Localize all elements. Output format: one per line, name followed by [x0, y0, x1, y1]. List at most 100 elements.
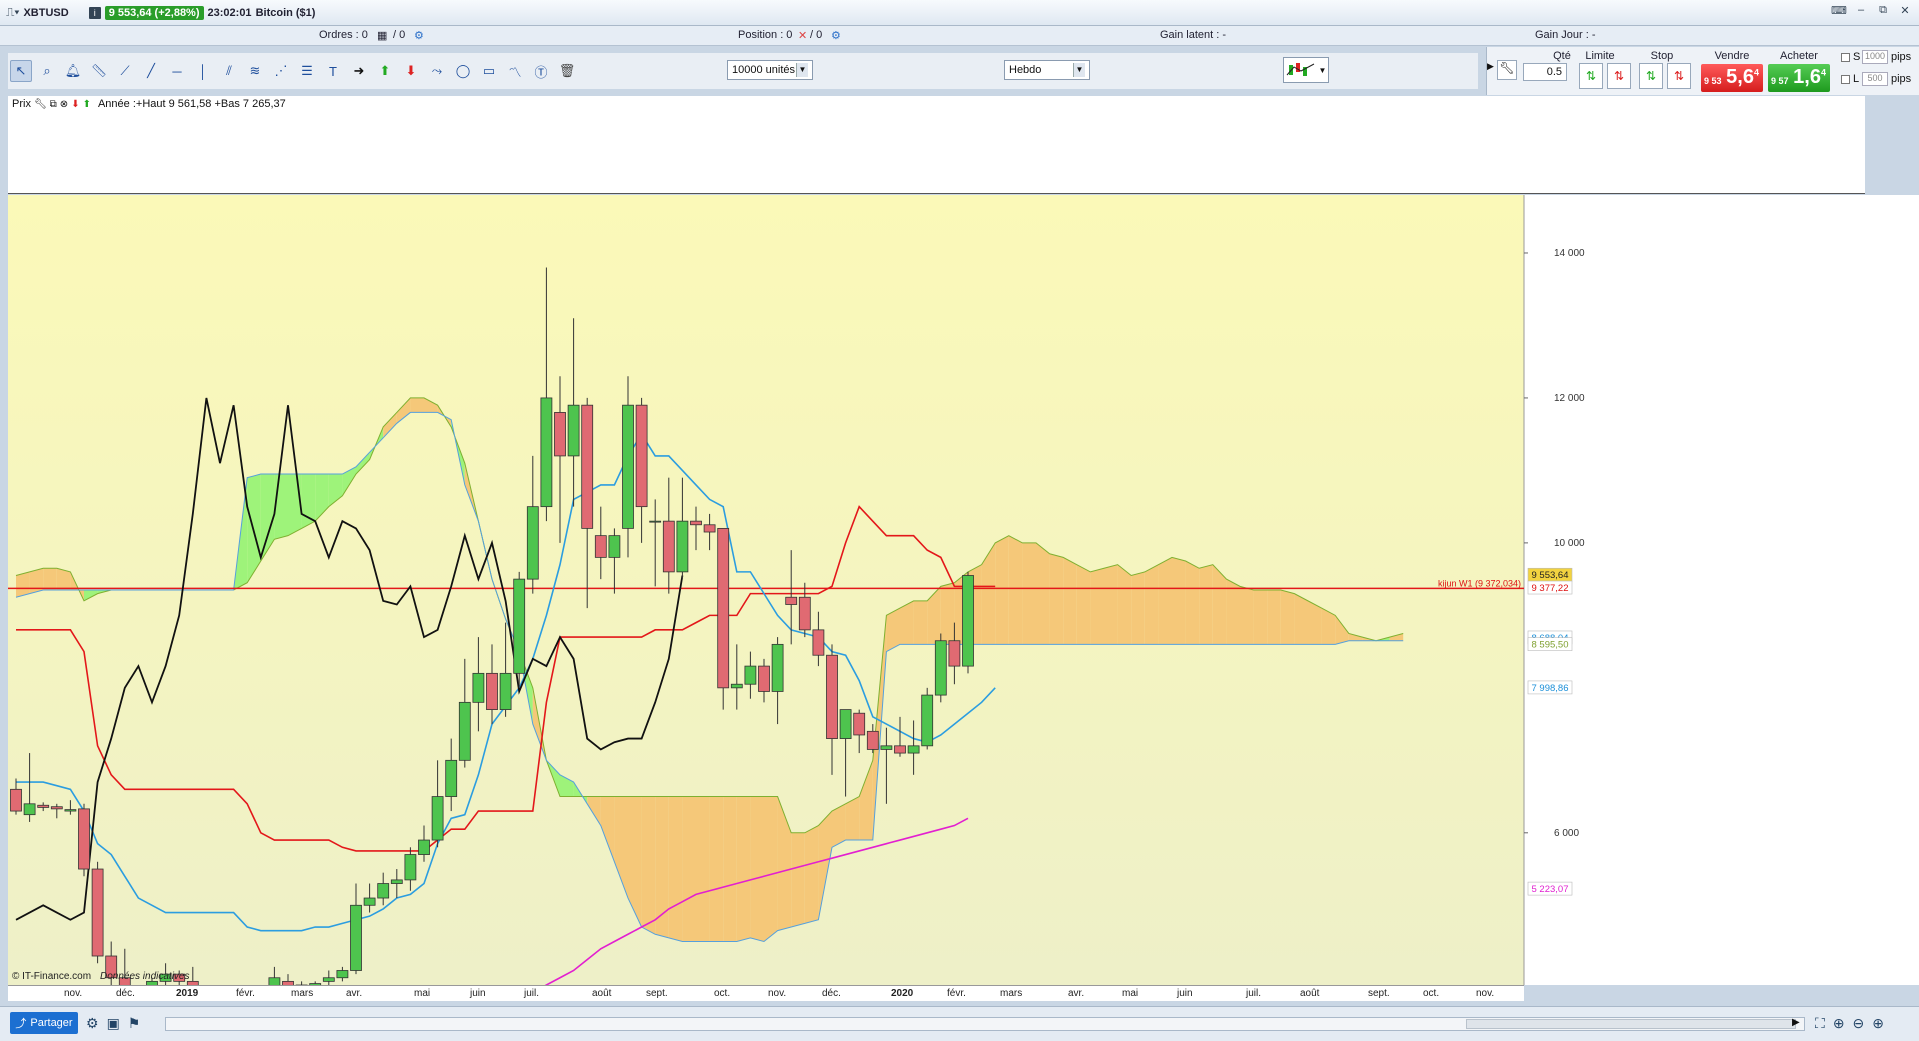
sell-price-big: 5,6 [1726, 66, 1754, 88]
close-icon[interactable]: ✕ [1897, 4, 1913, 18]
zoom-out-icon[interactable]: ⊖ [1853, 1015, 1865, 1032]
price-chart[interactable]: kijun W1 (9 372,034) 14 000 12 000 10 000 6 … [8, 195, 1919, 1036]
orders-icon[interactable]: ▦ [377, 29, 387, 42]
qty-input[interactable]: 0.5 [1523, 63, 1567, 81]
unrealized-gain-label: Gain latent : - [1160, 29, 1227, 41]
candle [812, 629, 825, 656]
limit-buy-button[interactable]: ⇅ [1579, 63, 1603, 89]
stop-checkbox[interactable] [1841, 53, 1850, 62]
cloud-segment [641, 796, 656, 935]
zoom-icon[interactable]: ⌕ [36, 60, 58, 82]
line-icon[interactable]: ╱ [140, 60, 162, 82]
cloud-segment [1280, 590, 1295, 645]
ellipse-icon[interactable]: ◯ [452, 60, 474, 82]
pointer-icon[interactable]: ↖ [10, 60, 32, 82]
cloud-segment [1022, 542, 1036, 645]
cloud-segment [1144, 564, 1159, 645]
share-button[interactable]: ⤴ Partager [10, 1012, 78, 1034]
candle [676, 520, 689, 573]
candle-chart-icon [1286, 63, 1314, 76]
sell-button[interactable]: 9 53 5,64 [1701, 64, 1763, 92]
wrench-icon[interactable]: 🔧︎ [1497, 60, 1517, 80]
limit-sell-button[interactable]: ⇅ [1607, 63, 1631, 89]
candle [526, 506, 539, 580]
wrench-icon[interactable]: 🔧︎ [34, 99, 47, 110]
arrow-up-icon[interactable]: ⬆ [374, 60, 396, 82]
minimize-icon[interactable]: – [1853, 4, 1869, 18]
delete-icon[interactable]: 🗑︎ [556, 60, 578, 82]
limit-checkbox[interactable] [1841, 75, 1850, 84]
channel-icon[interactable]: ⤳ [426, 60, 448, 82]
collapse-arrow-icon[interactable]: ▶ [1487, 61, 1494, 72]
info-icon[interactable]: i [88, 6, 101, 19]
orders-settings-icon[interactable]: ⚙ [414, 29, 424, 42]
cloud-segment [1117, 564, 1132, 645]
candle [962, 575, 974, 667]
annotation-icon[interactable]: Ⓣ [530, 60, 552, 82]
candle [472, 672, 485, 703]
position-total: / 0 [810, 29, 823, 41]
stop-buy-button[interactable]: ⇅ [1639, 63, 1663, 89]
scroll-right-icon[interactable]: ▶ [1792, 1017, 1800, 1028]
stop-pips-input[interactable]: 1000 [1862, 50, 1888, 64]
period-select-value: Hebdo [1009, 64, 1042, 76]
x-tick-label: mai [1122, 988, 1139, 999]
horizontal-line-icon[interactable]: ─ [166, 60, 188, 82]
horizontal-scrollbar[interactable] [165, 1017, 1805, 1031]
global-settings-icon[interactable]: ⚙ [86, 1015, 99, 1032]
chevron-down-icon: ▼ [1073, 63, 1085, 77]
watermark-disclaimer: Données indicatives [100, 971, 190, 982]
flag-icon[interactable]: ⚑ [128, 1015, 141, 1032]
candle [268, 977, 281, 1000]
text-icon[interactable]: T [322, 60, 344, 82]
segment-icon[interactable]: ⟋ [114, 60, 136, 82]
cloud-segment [1131, 571, 1145, 645]
keyboard-icon[interactable]: ⌨ [1831, 4, 1847, 18]
units-select[interactable]: 10000 unités ▼ [727, 60, 813, 80]
window-menu-icon[interactable]: ⎍▾ [6, 5, 19, 20]
layout-icon[interactable]: ▣ [107, 1015, 120, 1032]
x-tick-label: déc. [116, 988, 135, 999]
arrow-right-icon[interactable]: ➜ [348, 60, 370, 82]
position-settings-icon[interactable]: ⚙ [831, 29, 841, 42]
move-down-icon[interactable]: ⬇ [71, 99, 79, 110]
vertical-line-icon[interactable]: │ [192, 60, 214, 82]
price-label-text: 9 377,22 [1532, 583, 1569, 594]
candle [839, 709, 852, 739]
cloud-segment [913, 600, 928, 645]
window-icon[interactable]: ⧉ [50, 99, 57, 110]
candle [540, 397, 553, 508]
alert-icon[interactable]: 🔔︎ [62, 60, 84, 82]
zoom-in-icon[interactable]: ⊕ [1872, 1015, 1884, 1032]
fibonacci-icon[interactable]: ≋ [244, 60, 266, 82]
buy-button[interactable]: 9 57 1,64 [1768, 64, 1830, 92]
cloud-segment [995, 535, 1009, 645]
fan-icon[interactable]: ⋰ [270, 60, 292, 82]
x-tick-label: avr. [1068, 988, 1085, 999]
scrollbar-thumb[interactable] [1466, 1019, 1796, 1029]
position-close-icon[interactable]: ✕ [798, 29, 807, 42]
close-icon[interactable]: ⊗ [60, 99, 68, 110]
instrument-name: Bitcoin ($1) [255, 6, 316, 19]
chart-pattern-icon[interactable]: 〽 [504, 60, 526, 82]
parallel-lines-icon[interactable]: ⫽ [218, 60, 240, 82]
limit-pips-input[interactable]: 500 [1862, 72, 1888, 86]
move-up-icon[interactable]: ⬆ [83, 99, 91, 110]
fit-icon[interactable]: ⛶ [1815, 1015, 1825, 1032]
cloud-segment [29, 568, 44, 594]
chart-type-button[interactable]: ▼ [1283, 57, 1329, 83]
stop-checkbox-label: S [1853, 51, 1861, 63]
arrow-down-icon[interactable]: ⬇ [400, 60, 422, 82]
ruler-icon[interactable]: 📏︎ [88, 60, 110, 82]
candle [635, 404, 648, 508]
rectangle-icon[interactable]: ▭ [478, 60, 500, 82]
x-tick-label: 2020 [891, 988, 914, 999]
candle [350, 904, 362, 971]
restore-icon[interactable]: ⧉ [1875, 4, 1891, 18]
period-select[interactable]: Hebdo ▼ [1004, 60, 1090, 80]
chart-svg: kijun W1 (9 372,034) 14 000 12 000 10 000 6 … [8, 195, 1919, 1036]
candle [91, 868, 104, 957]
retracement-icon[interactable]: ☰ [296, 60, 318, 82]
stop-sell-button[interactable]: ⇅ [1667, 63, 1691, 89]
zoom-fit-icon[interactable]: ⊕ [1833, 1015, 1845, 1032]
